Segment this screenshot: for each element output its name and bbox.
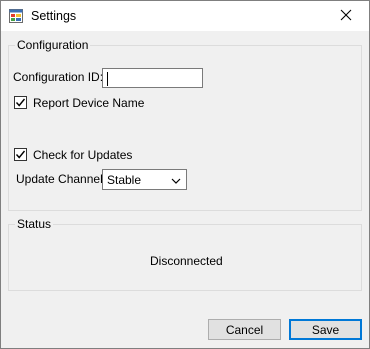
configuration-legend: Configuration [15, 38, 91, 52]
check-for-updates-checkbox[interactable] [14, 148, 27, 161]
connection-status-text: Disconnected [150, 254, 223, 268]
update-channel-label: Update Channel: [16, 172, 107, 186]
check-for-updates-label[interactable]: Check for Updates [33, 148, 132, 162]
report-device-name-checkbox[interactable] [14, 96, 27, 109]
text-caret [107, 72, 108, 86]
config-id-label: Configuration ID: [13, 70, 104, 84]
config-id-input[interactable] [102, 68, 203, 88]
dialog-body: Configuration Configuration ID: Report D… [1, 31, 369, 348]
check-icon [15, 97, 26, 111]
settings-window: Settings Configuration Configuration ID: [0, 0, 370, 349]
update-channel-value: Stable [107, 173, 142, 187]
status-group: Status Disconnected [8, 217, 362, 291]
chevron-down-icon [170, 175, 182, 185]
title-bar[interactable]: Settings [1, 1, 369, 31]
save-button[interactable]: Save [289, 319, 362, 340]
status-legend: Status [15, 217, 54, 231]
configuration-group: Configuration Configuration ID: Report D… [8, 38, 362, 211]
window-title: Settings [31, 9, 77, 23]
check-icon [15, 149, 26, 163]
settings-app-icon [9, 9, 23, 23]
close-icon [340, 9, 352, 24]
report-device-name-label[interactable]: Report Device Name [33, 96, 144, 110]
cancel-button[interactable]: Cancel [208, 319, 281, 340]
update-channel-select[interactable]: Stable [102, 169, 187, 190]
close-button[interactable] [323, 1, 369, 31]
